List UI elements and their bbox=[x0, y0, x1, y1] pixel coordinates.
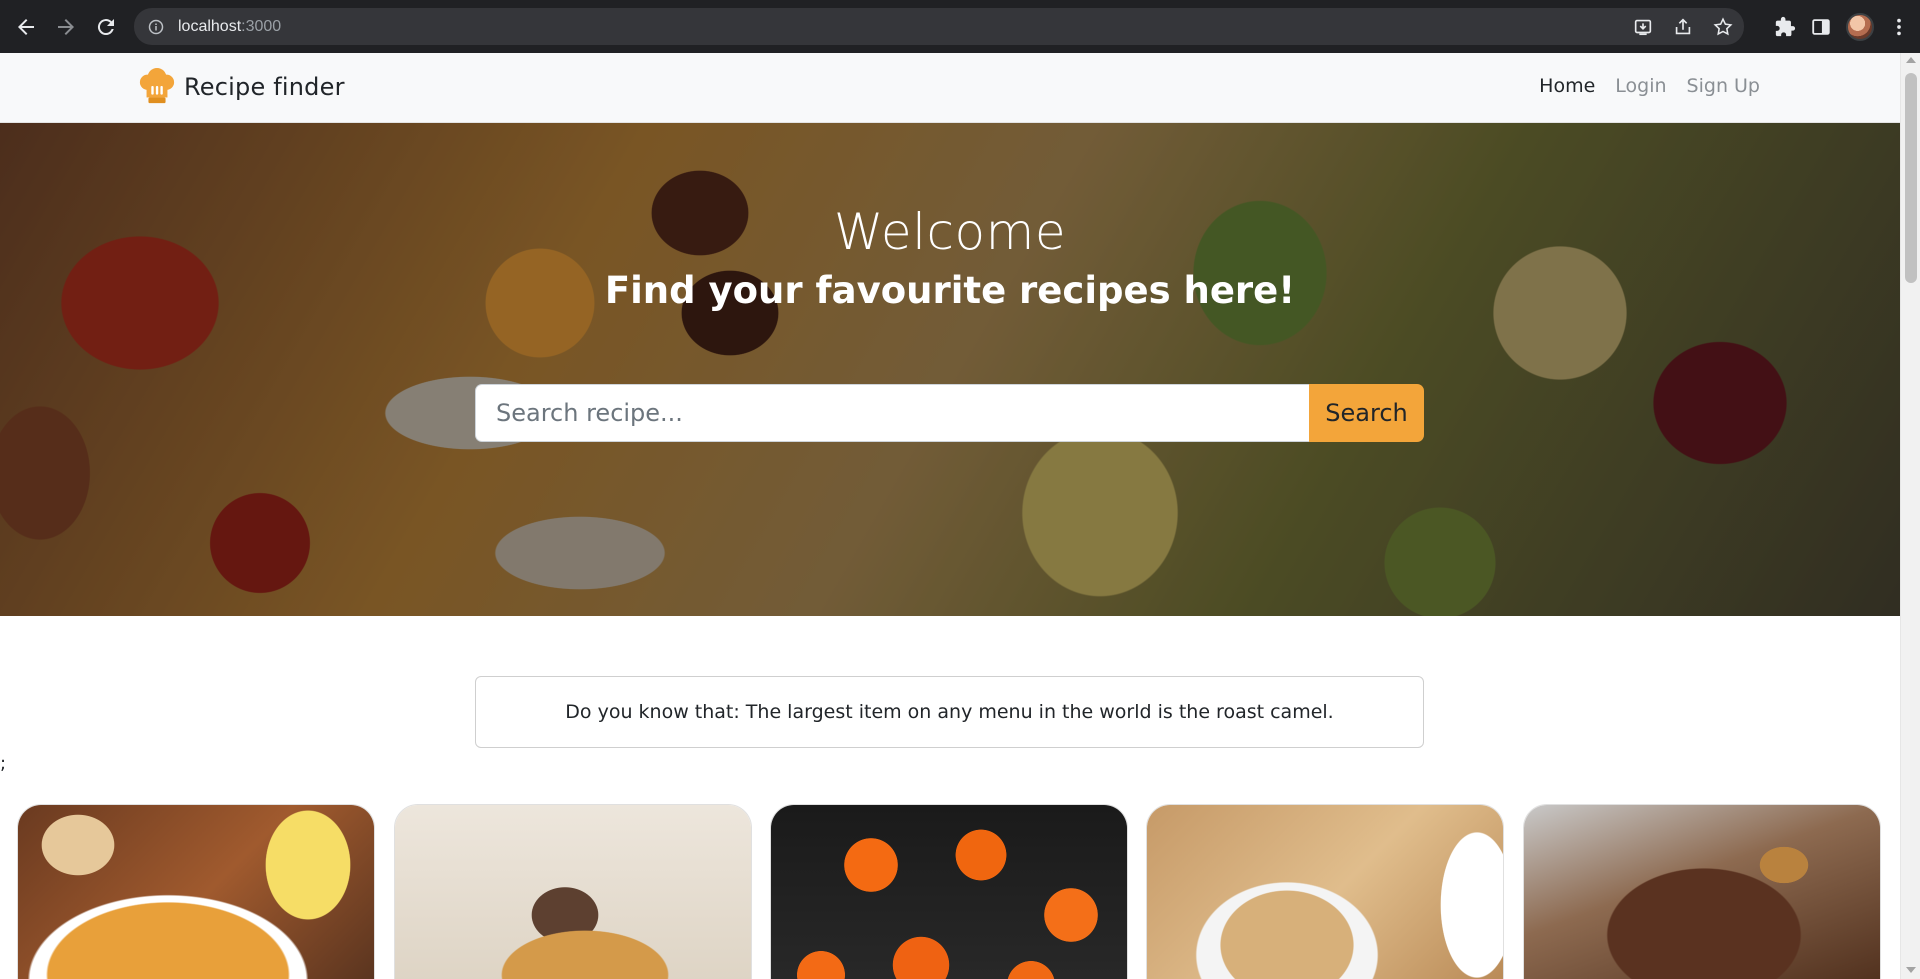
food-fact-box: Do you know that: The largest item on an… bbox=[475, 676, 1424, 748]
nav-links: Home Login Sign Up bbox=[1539, 75, 1760, 97]
nav-link-home[interactable]: Home bbox=[1539, 75, 1595, 97]
chrome-menu-icon[interactable] bbox=[1888, 16, 1910, 38]
scroll-up-arrow-icon[interactable] bbox=[1906, 57, 1916, 63]
recipe-search-input[interactable] bbox=[475, 384, 1309, 442]
chef-hat-logo-icon bbox=[139, 68, 175, 104]
recipe-card-3[interactable] bbox=[770, 804, 1128, 979]
profile-avatar[interactable] bbox=[1846, 12, 1874, 41]
site-navbar: Recipe finder Home Login Sign Up bbox=[0, 53, 1900, 123]
recipe-card-image[interactable] bbox=[1147, 805, 1503, 979]
recipe-card-2[interactable] bbox=[394, 804, 752, 979]
hero-banner: Welcome Find your favourite recipes here… bbox=[0, 123, 1900, 616]
search-button[interactable]: Search bbox=[1309, 384, 1424, 442]
stray-text: ; bbox=[0, 753, 7, 774]
hero-subtitle: Find your favourite recipes here! bbox=[604, 269, 1296, 312]
install-app-icon[interactable] bbox=[1632, 16, 1654, 38]
nav-link-login[interactable]: Login bbox=[1615, 75, 1666, 97]
recipe-card-4[interactable] bbox=[1146, 804, 1504, 979]
recipe-card-5[interactable] bbox=[1523, 804, 1881, 979]
url-host: localhost bbox=[178, 17, 242, 35]
share-icon[interactable] bbox=[1672, 16, 1694, 38]
recipe-card-image[interactable] bbox=[1524, 805, 1880, 979]
recipe-card-image[interactable] bbox=[395, 805, 751, 979]
brand-link[interactable]: Recipe finder bbox=[138, 67, 345, 107]
address-bar[interactable]: localhost:3000 bbox=[134, 8, 1744, 45]
url-port: :3000 bbox=[241, 17, 282, 35]
recipe-card-image[interactable] bbox=[18, 805, 374, 979]
scrollbar-thumb[interactable] bbox=[1905, 73, 1917, 283]
recipe-card-1[interactable] bbox=[17, 804, 375, 979]
reload-button[interactable] bbox=[86, 7, 126, 47]
forward-button[interactable] bbox=[46, 7, 86, 47]
nav-link-sign-up[interactable]: Sign Up bbox=[1687, 75, 1760, 97]
hero-dark-overlay bbox=[0, 123, 1900, 616]
back-arrow-icon bbox=[18, 18, 34, 35]
side-panel-icon[interactable] bbox=[1810, 16, 1832, 38]
recipe-cards-row bbox=[17, 804, 1883, 979]
forward-arrow-icon bbox=[58, 18, 74, 35]
hero-title: Welcome bbox=[833, 203, 1067, 261]
reload-icon bbox=[97, 18, 114, 35]
extensions-icon[interactable] bbox=[1774, 16, 1796, 38]
url-text: localhost:3000 bbox=[178, 18, 281, 36]
browser-toolbar: localhost:3000 bbox=[0, 0, 1920, 53]
brand-name: Recipe finder bbox=[184, 73, 345, 101]
recipe-card-image[interactable] bbox=[771, 805, 1127, 979]
page-scrollbar[interactable] bbox=[1900, 53, 1920, 979]
scroll-down-arrow-icon[interactable] bbox=[1906, 967, 1916, 973]
back-button[interactable] bbox=[6, 7, 46, 47]
bookmark-star-icon[interactable] bbox=[1712, 16, 1734, 38]
page-viewport: Recipe finder Home Login Sign Up Welcome… bbox=[0, 53, 1900, 979]
site-info-icon[interactable] bbox=[148, 19, 164, 35]
recipe-search-group: Search bbox=[475, 384, 1424, 442]
food-fact-text: Do you know that: The largest item on an… bbox=[565, 701, 1334, 723]
